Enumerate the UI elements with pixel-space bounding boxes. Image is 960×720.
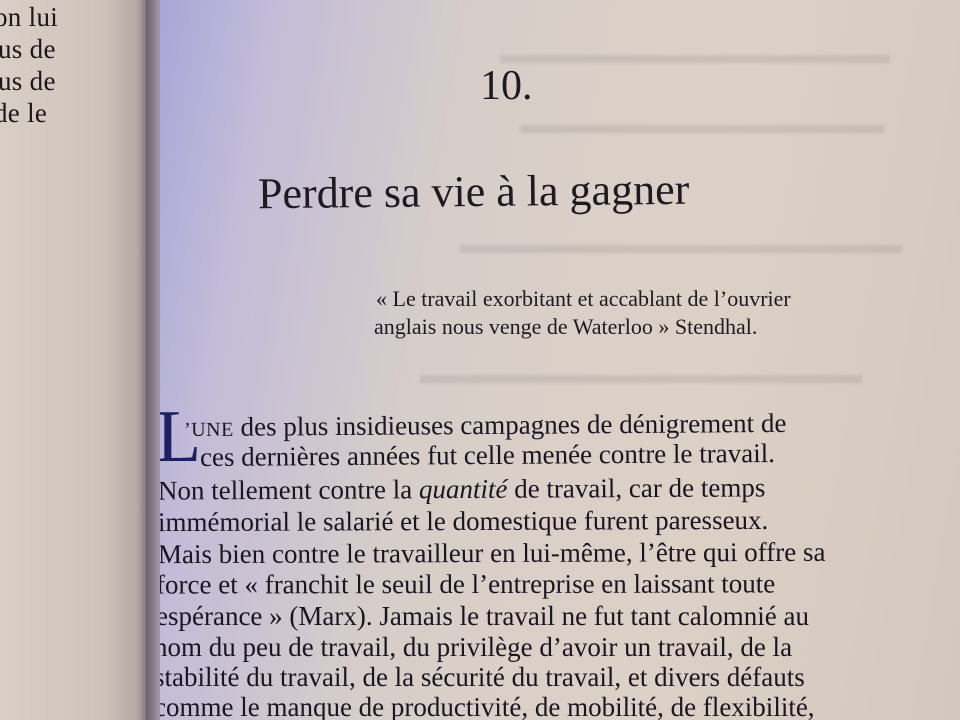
left-page-line: on lui — [0, 2, 59, 32]
epigraph-line: anglais nous venge de Waterloo » Stendha… — [374, 314, 758, 339]
body-line: stabilité du travail, de la sécurité du … — [160, 662, 805, 692]
italic-word: quantité — [418, 473, 508, 505]
left-page: on lui us de us de de le — [0, 0, 150, 720]
body-line: nom du peu de travail, du privilège d’av… — [160, 632, 793, 662]
show-through-texture: ▬▬▬▬▬▬▬▬▬▬▬▬▬▬ — [520, 110, 884, 139]
left-page-line: us de — [0, 66, 56, 96]
small-caps-word: ’UNE — [183, 418, 234, 442]
body-text: Non tellement contre la — [160, 474, 419, 506]
left-page-line: us de — [0, 34, 56, 64]
body-line: espérance » (Marx). Jamais le travail ne… — [160, 601, 809, 631]
epigraph-line: « Le travail exorbitant et accablant de … — [376, 286, 791, 311]
left-page-line: de le — [0, 98, 48, 128]
show-through-texture: ▬▬▬▬▬▬▬▬▬▬▬▬▬▬▬▬▬ — [420, 360, 862, 389]
body-line: Non tellement contre la quantité de trav… — [160, 472, 765, 506]
chapter-title: Perdre sa vie à la gagner — [257, 164, 690, 219]
right-page: ▬▬▬▬▬▬▬▬▬▬▬▬▬▬▬ ▬▬▬▬▬▬▬▬▬▬▬▬▬▬ ▬▬▬▬▬▬▬▬▬… — [160, 0, 960, 720]
chapter-number: 10. — [480, 63, 533, 109]
body-line: ces dernières années fut celle menée con… — [199, 437, 776, 473]
show-through-texture: ▬▬▬▬▬▬▬▬▬▬▬▬▬▬▬ — [500, 40, 890, 69]
body-line: force et « franchit le seuil de l’entrep… — [160, 568, 776, 600]
body-line: comme le manque de productivité, de mobi… — [160, 692, 815, 720]
body-text: de travail, car de temps — [507, 472, 766, 504]
body-text: des plus insidieuses campagnes de dénigr… — [233, 407, 787, 442]
body-line: immémorial le salarié et le domestique f… — [160, 504, 769, 538]
show-through-texture: ▬▬▬▬▬▬▬▬▬▬▬▬▬▬▬▬▬ — [460, 230, 902, 259]
body-line: Mais bien contre le travailleur en lui-m… — [160, 536, 826, 570]
